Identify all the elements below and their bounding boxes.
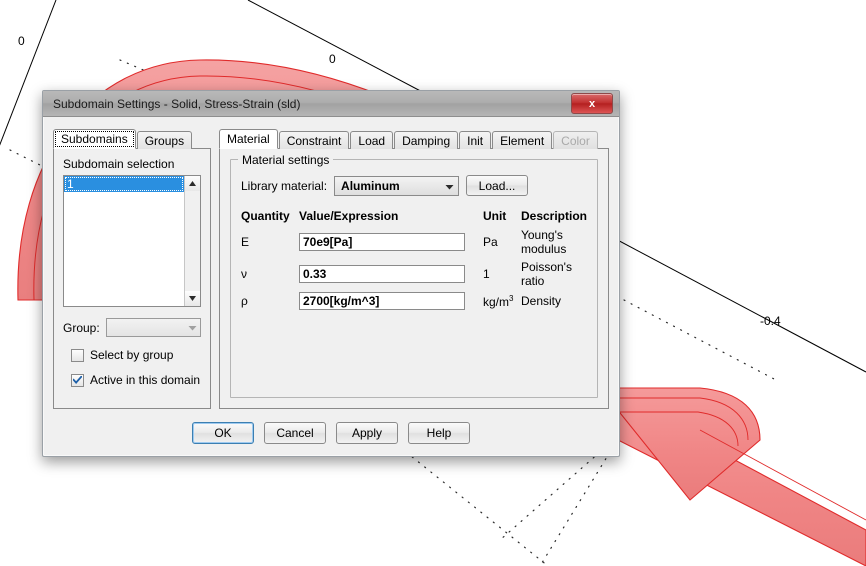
tab-subdomains[interactable]: Subdomains [53,129,136,149]
subdomain-listbox[interactable]: 1 [63,175,201,307]
unit-nu: 1 [482,267,490,281]
unit-rho-exponent: 3 [508,293,514,303]
select-by-group-label: Select by group [90,348,174,362]
active-in-domain-label: Active in this domain [90,373,201,387]
quantity-symbol-rho: ρ [241,294,248,308]
help-button[interactable]: Help [408,421,470,444]
material-settings-label: Material settings [238,153,334,167]
left-tabstrip: Subdomains Groups [53,129,211,149]
tab-material[interactable]: Material [219,129,278,149]
chevron-down-icon [445,179,454,193]
table-row: ν 1 Poisson's ratio [241,258,587,290]
tab-groups[interactable]: Groups [136,131,193,149]
table-row: ρ kg/m3 Density [241,290,587,312]
unit-rho-base: kg/m [482,294,509,309]
close-icon[interactable]: x [571,93,613,114]
active-in-domain-checkbox[interactable] [71,373,84,387]
poissons-ratio-input[interactable] [298,265,465,283]
scroll-up-icon[interactable] [185,176,200,191]
group-label: Group: [63,320,100,335]
subdomain-settings-dialog: Subdomain Settings - Solid, Stress-Strai… [42,90,620,457]
material-tab-panel: Material settings Library material: Alum… [219,148,609,409]
library-material-label: Library material: [241,178,328,193]
column-header-quantity: Quantity [241,209,290,223]
quantity-symbol-nu: ν [241,267,247,281]
scroll-down-icon[interactable] [185,291,200,306]
subdomain-list[interactable]: 1 [64,176,184,306]
density-input[interactable] [298,292,465,310]
tab-load[interactable]: Load [350,131,394,149]
table-row: E Pa Young's modulus [241,226,587,258]
tab-constraint[interactable]: Constraint [278,131,350,149]
tab-damping[interactable]: Damping [394,131,459,149]
subdomains-tab-panel: Subdomain selection 1 Group: Select by g… [53,148,211,409]
tab-init[interactable]: Init [459,131,492,149]
youngs-modulus-input[interactable] [298,233,465,251]
column-header-description: Description [520,209,587,223]
unit-e: Pa [482,235,498,249]
tab-element[interactable]: Element [492,131,553,149]
right-tabstrip: Material Constraint Load Damping Init El… [219,129,609,149]
material-properties-table: Quantity Value/Expression Unit Descripti… [241,209,587,312]
apply-button[interactable]: Apply [336,421,398,444]
cancel-button[interactable]: Cancel [264,421,326,444]
subdomain-selection-label: Subdomain selection [63,157,175,171]
tab-color: Color [553,131,598,149]
material-settings-group: Material settings Library material: Alum… [230,153,598,398]
column-header-unit: Unit [482,209,507,223]
select-by-group-row[interactable]: Select by group [63,348,201,362]
axis-label-0-top: 0 [329,52,336,66]
select-by-group-checkbox[interactable] [71,348,84,362]
table-header-row: Quantity Value/Expression Unit Descripti… [241,209,587,226]
group-select[interactable] [105,318,201,337]
checkmark-icon [73,376,82,384]
dialog-titlebar[interactable]: Subdomain Settings - Solid, Stress-Strai… [43,91,619,117]
dialog-button-bar: OK Cancel Apply Help [43,409,619,456]
description-rho: Density [520,294,561,308]
tube-solid-geometry [598,386,866,566]
ok-button[interactable]: OK [192,421,254,444]
column-header-value: Value/Expression [298,209,399,223]
dialog-title: Subdomain Settings - Solid, Stress-Strai… [53,96,301,111]
description-nu: Poisson's ratio [520,260,572,288]
load-button[interactable]: Load... [466,175,529,196]
subdomain-pane: Subdomains Groups Subdomain selection 1 [53,129,211,409]
library-material-row: Library material: Aluminum Load... [241,175,587,196]
list-item[interactable]: 1 [64,176,184,192]
unit-rho: kg/m3 [475,290,521,312]
library-material-value: Aluminum [341,178,400,193]
listbox-scrollbar[interactable] [184,176,200,306]
active-in-domain-row[interactable]: Active in this domain [63,373,201,387]
library-material-select[interactable]: Aluminum [334,175,460,196]
description-e: Young's modulus [520,228,567,256]
group-row: Group: [63,318,201,337]
axis-label-0-left: 0 [18,34,25,48]
settings-pane: Material Constraint Load Damping Init El… [219,129,609,409]
dialog-body: Subdomains Groups Subdomain selection 1 [43,117,619,409]
chevron-down-icon [188,325,197,331]
axis-label-minus-04: -0.4 [760,314,781,328]
quantity-symbol-e: E [241,235,250,249]
